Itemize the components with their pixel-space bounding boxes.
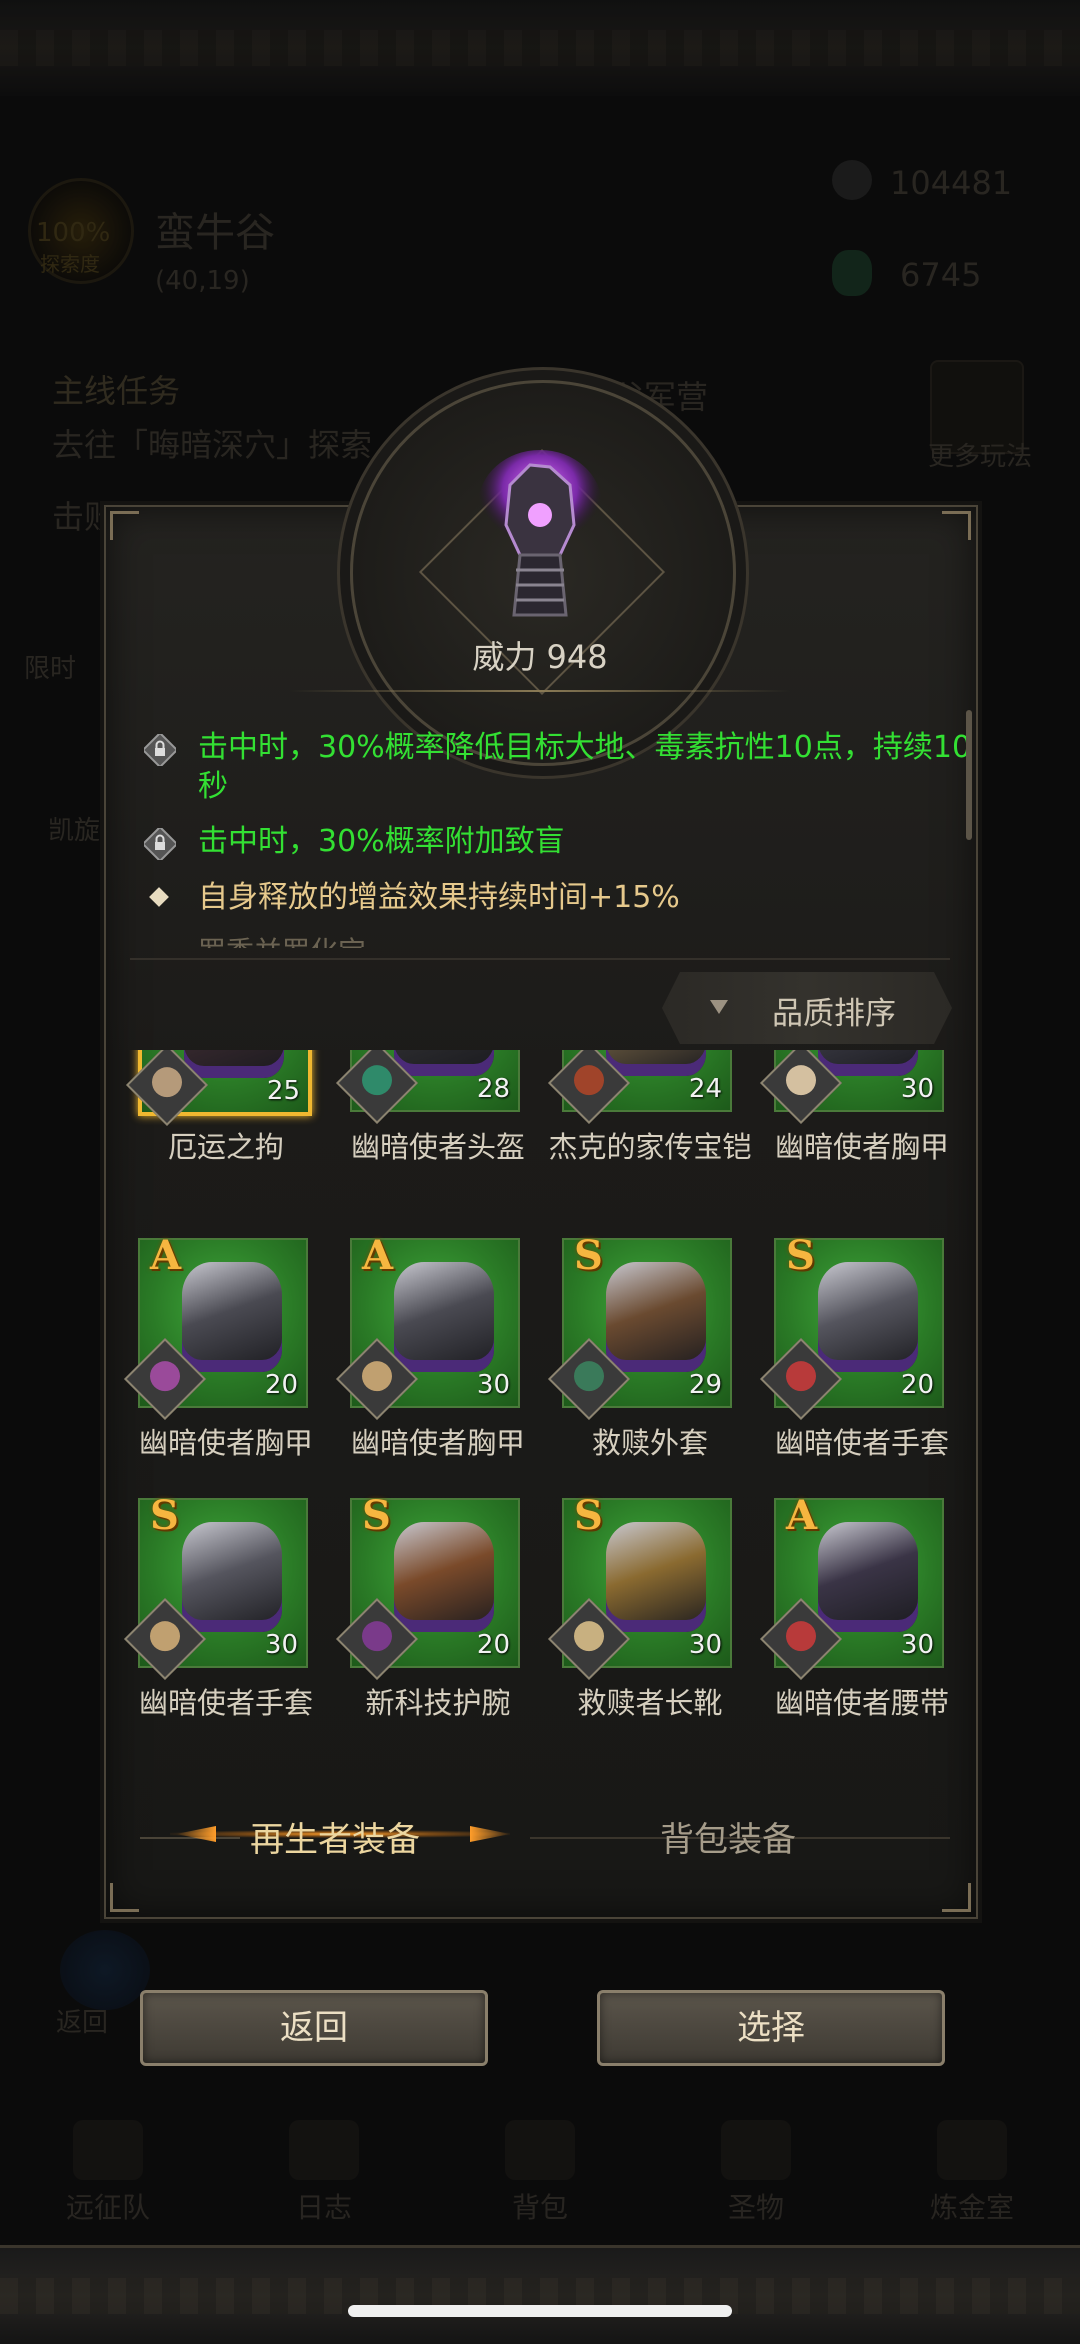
equipment-card[interactable]: 24 [547, 1050, 732, 1125]
equipment-art-icon [606, 1262, 706, 1372]
sort-label: 品质排序 [772, 996, 896, 1032]
select-button[interactable]: 选择 [597, 1990, 945, 2066]
equipment-card[interactable]: S 30 [547, 1492, 732, 1681]
grade-badge: S [574, 1232, 603, 1279]
equipment-level: 20 [264, 1370, 298, 1400]
equipment-slot[interactable]: 28 幽暗使者头盔 [332, 1050, 544, 1192]
panel-corner [110, 1883, 139, 1912]
equipment-card[interactable]: A 30 [759, 1492, 944, 1681]
equipment-slot[interactable]: 24 杰克的家传宝铠 [544, 1050, 756, 1192]
back-button[interactable]: 返回 [140, 1990, 488, 2066]
equipment-slot[interactable]: 30 幽暗使者胸甲 [756, 1050, 960, 1192]
equipment-art-icon [818, 1262, 918, 1372]
equipment-slot[interactable]: S 30 救赎者长靴 [544, 1492, 756, 1720]
attribute-text: 自身释放的增益效果持续时间+15% [198, 880, 680, 915]
bottom-frame-bar [0, 2245, 1080, 2344]
equipment-card[interactable]: A 30 [335, 1232, 520, 1421]
equipment-name: 幽暗使者手套 [774, 1426, 949, 1460]
lock-icon [144, 734, 176, 766]
equipment-name: 新科技护腕 [365, 1686, 511, 1720]
equipment-art-icon [184, 1050, 284, 1078]
equipment-card[interactable]: A 20 [123, 1232, 308, 1421]
equipment-art-icon [182, 1262, 282, 1372]
equipment-level: 28 [476, 1074, 510, 1104]
equipment-card[interactable]: S 30 [123, 1492, 308, 1681]
equipment-name: 杰克的家传宝铠 [548, 1130, 752, 1164]
equipment-card[interactable]: 25 [125, 1050, 312, 1127]
equipment-card[interactable]: S 29 [547, 1232, 732, 1421]
grade-badge: S [786, 1232, 815, 1279]
equipment-slot[interactable]: A 30 幽暗使者腰带 [756, 1492, 960, 1720]
equipment-name: 幽暗使者胸甲 [774, 1130, 949, 1164]
attribute-row: 击中时，30%概率降低目标大地、毒素抗性10点，持续10秒 [140, 728, 971, 808]
equipment-level: 24 [688, 1074, 722, 1104]
equipment-card[interactable]: 30 [759, 1050, 944, 1125]
grade-badge: S [574, 1492, 603, 1539]
equipment-slot[interactable]: 25 厄运之拘 [120, 1050, 332, 1192]
equipment-art-icon [606, 1522, 706, 1632]
quality-sort-button[interactable]: 品质排序 [662, 972, 952, 1044]
equipment-level: 29 [688, 1370, 722, 1400]
panel-corner [110, 511, 139, 540]
equipment-name: 幽暗使者胸甲 [138, 1426, 313, 1460]
attribute-row: 击中时，30%概率附加致盲 [140, 822, 940, 862]
equipment-level: 30 [900, 1630, 934, 1660]
equipment-name: 幽暗使者胸甲 [350, 1426, 525, 1460]
item-power: 威力 948 [472, 638, 608, 676]
equipment-slot[interactable]: A 20 幽暗使者胸甲 [120, 1232, 332, 1488]
equipment-level: 20 [476, 1630, 510, 1660]
home-indicator[interactable] [348, 2305, 732, 2317]
divider [130, 958, 950, 960]
equipment-level: 30 [476, 1370, 510, 1400]
grade-badge: S [362, 1492, 391, 1539]
equipment-grid[interactable]: 25 厄运之拘 28 幽暗使者头盔 24 杰克的家传宝铠 30 幽暗使者胸甲 A 20 幽暗使者胸甲… [120, 1050, 960, 1720]
grade-badge: S [150, 1492, 179, 1539]
equipment-slot[interactable]: S 20 新科技护腕 [332, 1492, 544, 1720]
equipment-level: 25 [266, 1076, 300, 1106]
equipment-art-icon [818, 1050, 918, 1076]
equipment-level: 30 [688, 1630, 722, 1660]
gauntlet-item-icon [478, 450, 602, 617]
attribute-text: 击中时，30%概率降低目标大地、毒素抗性10点，持续10秒 [198, 730, 972, 804]
equipment-level: 30 [900, 1074, 934, 1104]
attribute-text: 击中时，30%概率附加致盲 [198, 824, 565, 859]
tab-bag-equipment[interactable]: 背包装备 [660, 1812, 796, 1861]
equipment-art-icon [182, 1522, 282, 1632]
attribute-scrollbar[interactable] [966, 710, 972, 840]
equipment-art-icon [606, 1050, 706, 1076]
equipment-slot[interactable]: S 20 幽暗使者手套 [756, 1232, 960, 1488]
tab-regenerator-equipment[interactable]: 再生者装备 [250, 1812, 420, 1861]
equipment-card[interactable]: 28 [335, 1050, 520, 1125]
equipment-name: 厄运之拘 [167, 1130, 284, 1164]
diamond-bullet-icon [149, 887, 169, 907]
equipment-name: 幽暗使者腰带 [774, 1686, 949, 1720]
equipment-slot[interactable]: A 30 幽暗使者胸甲 [332, 1232, 544, 1488]
equipment-art-icon [394, 1522, 494, 1632]
equipment-art-icon [394, 1262, 494, 1372]
equipment-level: 20 [900, 1370, 934, 1400]
equipment-name: 幽暗使者头盔 [350, 1130, 525, 1164]
attribute-row: 自身释放的增益效果持续时间+15% [140, 878, 940, 918]
equipment-art-icon [394, 1050, 494, 1076]
equipment-slot[interactable]: S 29 救赎外套 [544, 1232, 756, 1488]
equipment-slot[interactable]: S 30 幽暗使者手套 [120, 1492, 332, 1720]
equipment-name: 救赎外套 [591, 1426, 708, 1460]
equipment-name: 幽暗使者手套 [138, 1686, 313, 1720]
equipment-level: 30 [264, 1630, 298, 1660]
dropdown-arrow-icon [710, 1000, 728, 1014]
lock-icon [144, 828, 176, 860]
equipment-card[interactable]: S 20 [759, 1232, 944, 1421]
equipment-card[interactable]: S 20 [335, 1492, 520, 1681]
equipment-art-icon [818, 1522, 918, 1632]
grade-badge: A [150, 1232, 182, 1279]
grade-badge: A [362, 1232, 394, 1279]
grade-badge: A [786, 1492, 818, 1539]
panel-corner [942, 1883, 971, 1912]
equipment-name: 救赎者长靴 [577, 1686, 723, 1720]
panel-corner [942, 511, 971, 540]
divider [290, 690, 790, 692]
